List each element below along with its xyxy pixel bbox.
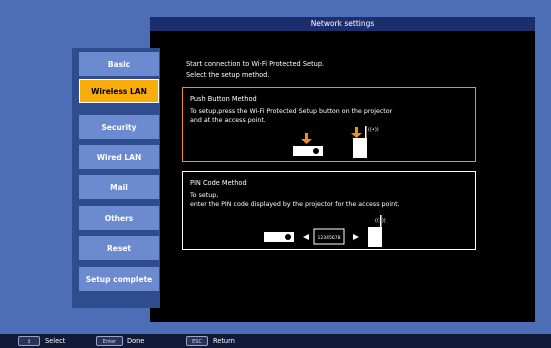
pin-code-method-option[interactable]: PIN Code Method To setup, enter the PIN … — [182, 171, 476, 250]
done-label: Done — [127, 337, 145, 345]
menu-item-wired-lan[interactable]: Wired LAN — [79, 145, 159, 169]
enter-key-icon: Enter — [96, 336, 123, 346]
esc-key-icon: ESC — [186, 336, 208, 346]
projector-icon — [293, 146, 323, 156]
select-key-icon: ↕ — [18, 336, 40, 346]
menu-item-mail[interactable]: Mail — [79, 175, 159, 199]
arrow-left-icon — [303, 234, 309, 240]
intro-text: Start connection to Wi-Fi Protected Setu… — [186, 59, 324, 81]
pin-illustration: 12345678 ((•)) — [264, 215, 386, 247]
menu-item-security[interactable]: Security — [79, 115, 159, 139]
intro-line-2: Select the setup method. — [186, 71, 270, 79]
signal-icon: ((•)) — [368, 127, 379, 133]
menu-item-wireless-lan[interactable]: Wireless LAN — [79, 79, 159, 103]
signal-icon: ((•)) — [375, 218, 386, 224]
panel-title: Network settings — [150, 17, 535, 31]
menu-item-reset[interactable]: Reset — [79, 236, 159, 260]
key-help-bar: ↕ Select Enter Done ESC Return — [0, 334, 551, 348]
arrow-right-icon — [353, 234, 359, 240]
pin-code-display: 12345678 — [318, 235, 341, 241]
menu-item-setup-complete[interactable]: Setup complete — [79, 267, 159, 291]
menu-item-others[interactable]: Others — [79, 206, 159, 230]
push-button-method-option[interactable]: Push Button Method To setup,press the Wi… — [182, 87, 476, 162]
return-label: Return — [213, 337, 235, 345]
intro-line-1: Start connection to Wi-Fi Protected Setu… — [186, 60, 325, 68]
press-arrow-icon — [301, 133, 312, 144]
projector-icon — [264, 232, 294, 242]
menu-item-basic[interactable]: Basic — [79, 52, 159, 76]
press-arrow-icon-2 — [351, 127, 362, 138]
push-illustration: ((•)) — [293, 126, 379, 158]
select-label: Select — [45, 337, 66, 345]
